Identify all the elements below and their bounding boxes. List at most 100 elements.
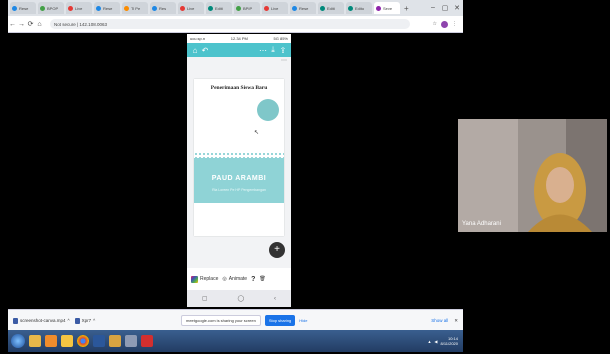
explorer-icon[interactable] [29,335,41,347]
forward-icon[interactable]: → [17,21,26,28]
start-button[interactable] [11,334,25,348]
shared-screen: Rese BPOP Live Rese Ti Pe Res Live Editi BPIP Liv… [8,0,463,352]
home-circle-icon[interactable]: ◯ [237,295,244,302]
chevron-up-icon[interactable]: ^ [68,318,70,323]
tab-label: Res [159,5,167,11]
app-icon[interactable] [125,335,137,347]
tab-label: Live [271,5,279,11]
tab-favicon-icon [348,5,353,11]
canva-toolbar: ⌂ ↶ ⋯ ⤓ ⇪ [187,43,291,57]
download-name: Xpr7 [81,318,92,323]
decorative-circle[interactable] [257,99,279,121]
more-icon[interactable]: ⋯ [258,46,268,55]
page-options-icon[interactable]: ⋯ [187,57,291,65]
pdf-icon[interactable] [141,335,153,347]
profile-avatar[interactable] [441,20,448,28]
hide-button[interactable]: Hide [299,318,307,323]
tab-label: Rese [299,5,309,11]
add-button[interactable]: + [269,242,285,258]
tab-label: Live [187,5,195,11]
maximize-icon[interactable]: ▢ [439,4,451,12]
browser-tab[interactable]: Edito [346,2,372,14]
browser-tab[interactable]: Live [262,2,288,14]
browser-tab[interactable]: Rese [10,2,36,14]
paint-icon[interactable] [109,335,121,347]
animate-label: Animate [228,276,248,282]
file-icon [74,317,80,324]
canva-bottom-bar: Replace ◎ Animate ? 🗑 [187,268,291,290]
browser-tab[interactable]: Editi [318,2,344,14]
browser-tab[interactable]: Seve [374,2,400,14]
design-card[interactable]: Penerimaan Siswa Baru ↖ PAUD ARAMBI Ria … [194,79,284,236]
show-all-link[interactable]: Show all [431,318,448,323]
trash-icon: 🗑 [259,276,266,282]
volume-icon[interactable]: ◀ [434,339,437,344]
home-icon[interactable]: ⌂ [190,46,200,55]
animate-button[interactable]: ◎ Animate [222,276,247,282]
browser-tab[interactable]: Live [66,2,92,14]
replace-button[interactable]: Replace [191,275,218,283]
chrome-icon[interactable] [77,335,89,347]
share-icon[interactable]: ⇪ [278,46,288,55]
clock[interactable]: 10:14 8/11/2020 [441,336,459,346]
tab-label: Ti Pe [131,5,141,11]
minimize-icon[interactable]: – [427,4,439,12]
band-subtitle: Ria Loreen Pe HP Pengembangan [212,188,266,192]
browser-tab[interactable]: Rese [94,2,120,14]
undo-icon[interactable]: ↶ [200,46,210,55]
help-button[interactable]: ? [251,276,255,283]
address-bar: ← → ⟳ ⌂ Not secure | 142.108.0063 ☆ ⋮ [8,16,463,33]
browser-tab[interactable]: Editi [206,2,232,14]
animate-icon: ◎ [222,276,227,282]
browser-tab[interactable]: Res [150,2,176,14]
tab-favicon-icon [96,5,101,11]
download-icon[interactable]: ⤓ [268,45,278,55]
media-icon[interactable] [45,335,57,347]
back-icon[interactable]: ← [8,21,17,28]
android-nav-bar: ▢ ◯ ‹ [187,290,291,307]
reload-icon[interactable]: ⟳ [26,20,35,28]
tab-label: Rese [103,5,113,11]
tab-favicon-icon [292,5,297,11]
home-icon[interactable]: ⌂ [35,21,44,28]
delete-button[interactable]: 🗑 [259,276,265,282]
tab-label: Edito [355,5,365,11]
recents-icon[interactable]: ▢ [202,295,208,302]
share-message: meetgoogle.com is sharing your screen [181,315,261,326]
tab-favicon-icon [376,5,381,11]
teal-band[interactable]: PAUD ARAMBI Ria Loreen Pe HP Pengembanga… [194,158,284,203]
browser-tab[interactable]: BPOP [38,2,64,14]
window-controls: – ▢ ✕ [427,4,463,12]
new-tab-button[interactable]: + [404,4,409,13]
stop-sharing-button[interactable]: Stop sharing [264,315,296,326]
browser-tab[interactable]: Rese [290,2,316,14]
participant-video-tile[interactable]: Yana Adharani [458,119,607,232]
download-item[interactable]: screenshot-canva.mp4 ^ [13,317,70,324]
browser-tab[interactable]: Live [178,2,204,14]
chevron-up-icon[interactable]: ^ [93,318,95,323]
network-icon[interactable]: ▲ [427,339,431,344]
star-icon[interactable]: ☆ [433,21,437,27]
browser-tab[interactable]: BPIP [234,2,260,14]
folder-icon[interactable] [61,335,73,347]
word-icon[interactable] [93,335,105,347]
tab-favicon-icon [236,5,241,11]
close-window-icon[interactable]: ✕ [451,4,463,12]
tab-favicon-icon [152,5,157,11]
browser-tab[interactable]: Ti Pe [122,2,148,14]
phone-status-bar: ucu.sp.n 12.34 PM 5G 85% [187,34,291,43]
tab-label: Live [75,5,83,11]
back-nav-icon[interactable]: ‹ [274,296,276,302]
menu-icon[interactable]: ⋮ [452,21,457,27]
close-icon[interactable]: ✕ [454,318,458,324]
card-title: Penerimaan Siswa Baru [210,85,268,91]
participant-name: Yana Adharani [462,221,501,227]
phone-emulator: ucu.sp.n 12.34 PM 5G 85% ⌂ ↶ ⋯ ⤓ ⇪ ⋯ Pen… [187,34,291,307]
tab-favicon-icon [208,5,213,11]
tab-favicon-icon [12,5,17,11]
download-item[interactable]: Xpr7 ^ [74,317,95,324]
tab-favicon-icon [124,5,129,11]
url-field[interactable]: Not secure | 142.108.0063 [50,19,410,29]
tab-label: Rese [19,5,29,11]
tab-favicon-icon [40,5,45,11]
